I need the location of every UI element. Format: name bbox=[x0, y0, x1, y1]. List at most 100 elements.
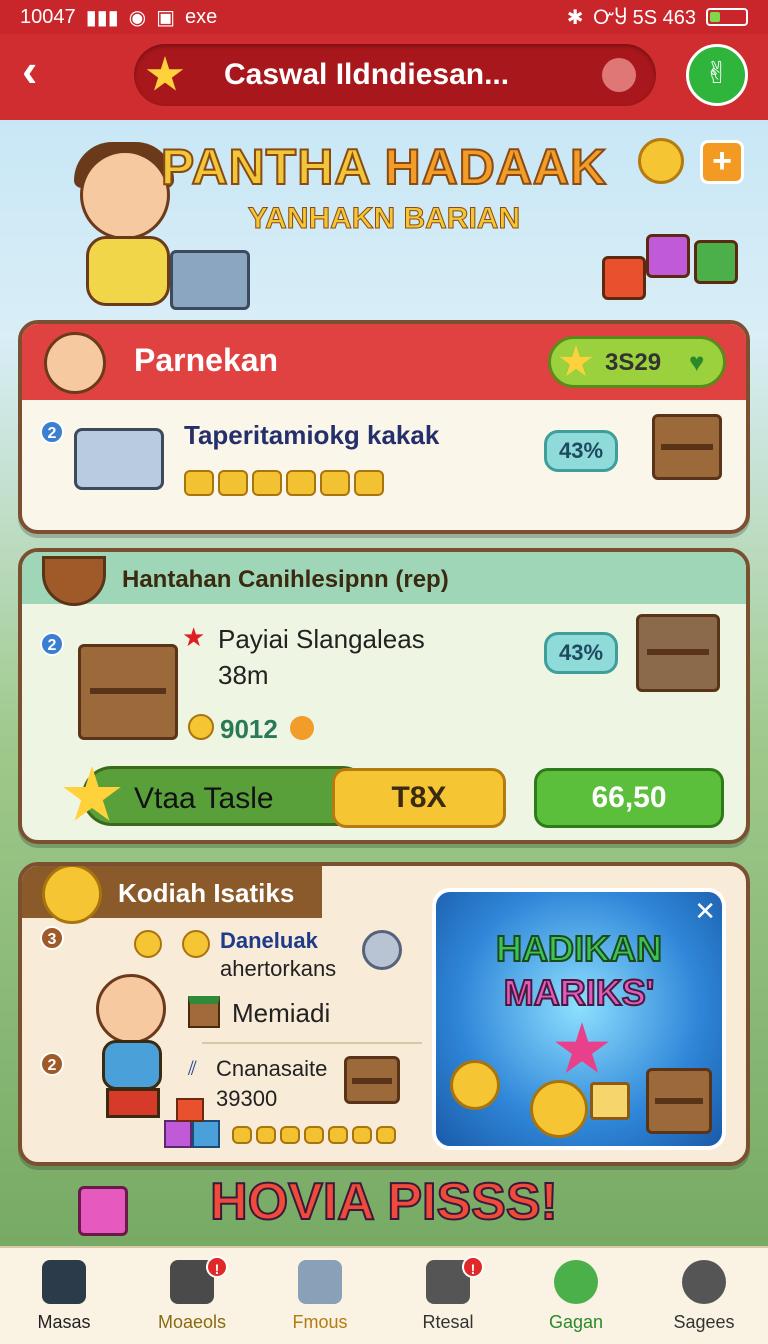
nav-item-gagan[interactable]: Gagan bbox=[512, 1248, 640, 1344]
box-icon bbox=[188, 996, 220, 1028]
panel1-title: Parnekan bbox=[134, 342, 279, 378]
coin-stacks bbox=[184, 470, 384, 496]
panel-kodiah: Kodiah Isatiks 3 2 Daneluak ahertorkans … bbox=[18, 862, 750, 1166]
add-coins-button[interactable]: + bbox=[700, 140, 744, 184]
coin-icon bbox=[188, 714, 214, 740]
hero-title-part2: HADAAK bbox=[384, 138, 608, 196]
promo-card[interactable]: ✕ HADIKAN MARIKS' bbox=[432, 888, 726, 1150]
divider bbox=[202, 1042, 422, 1044]
gift-box-icon bbox=[694, 240, 738, 284]
buy-button[interactable]: 66,50 bbox=[534, 768, 724, 828]
coin-icon bbox=[450, 1060, 500, 1110]
gift-box-icon bbox=[646, 234, 690, 278]
promo-line1: HADIKAN bbox=[495, 927, 663, 970]
coin-icon bbox=[42, 866, 102, 924]
record-icon: ◉ bbox=[128, 6, 147, 29]
nav-label: Sagees bbox=[673, 1312, 735, 1332]
item-count-badge: 2 bbox=[40, 420, 64, 444]
gear-icon bbox=[682, 1260, 726, 1304]
machine-icon bbox=[74, 428, 164, 490]
close-icon[interactable]: ✕ bbox=[694, 896, 716, 927]
crate-icon[interactable] bbox=[344, 1056, 400, 1104]
coin-icon bbox=[182, 930, 210, 958]
status-right-text: ᏅႸ 5S 463 bbox=[593, 6, 696, 29]
panel1-item-title: Taperitamiokg kakak bbox=[184, 420, 440, 450]
nav-item-moaeols[interactable]: ! Moaeols bbox=[128, 1248, 256, 1344]
home-icon bbox=[42, 1260, 86, 1304]
nav-item-masas[interactable]: Masas bbox=[0, 1248, 128, 1344]
app-title: Caswal Ildndiesan... bbox=[224, 58, 510, 91]
hero-subtitle: YANHAKN BARIAN bbox=[247, 202, 521, 236]
nav-label: Gagan bbox=[548, 1312, 604, 1332]
row1-title: Daneluak bbox=[220, 928, 318, 953]
bottom-nav: Masas! Moaeols Fmous! Rtesal Gagan Sagees bbox=[0, 1246, 768, 1344]
hero-title-part1: PANTHA bbox=[160, 138, 370, 196]
percent-badge: 43% bbox=[544, 430, 618, 472]
status-time: 10047 bbox=[20, 5, 76, 28]
row2-title: Memiadi bbox=[232, 998, 331, 1028]
panel-parnekan: Parnekan 3S29 ♥ 2 Taperitamiokg kakak 43… bbox=[18, 320, 750, 534]
app-indicator-icon: ▣ bbox=[156, 6, 176, 29]
nav-item-rtesal[interactable]: ! Rtesal bbox=[384, 1248, 512, 1344]
coin-amount: 9012 bbox=[220, 714, 278, 744]
star-icon bbox=[555, 1022, 609, 1073]
coin-icon[interactable] bbox=[638, 138, 684, 184]
crate-icon bbox=[646, 1068, 712, 1134]
girl-avatar bbox=[44, 332, 106, 394]
chart-icon: ⫽ bbox=[188, 1058, 197, 1080]
bluetooth-icon: ✱ bbox=[566, 6, 584, 29]
panel2-item-subtitle: 38m bbox=[218, 660, 269, 690]
promo-line2: MARIKS' bbox=[503, 971, 656, 1014]
notification-badge: ! bbox=[462, 1256, 484, 1278]
toy-blocks-icon bbox=[164, 1098, 224, 1150]
door-icon bbox=[298, 1260, 342, 1304]
coin-icon bbox=[530, 1080, 588, 1138]
nav-item-fmous[interactable]: Fmous bbox=[256, 1248, 384, 1344]
crate-icon bbox=[78, 644, 178, 740]
card-icon bbox=[590, 1082, 630, 1120]
row3-value: 39300 bbox=[216, 1086, 278, 1111]
nav-item-sagees[interactable]: Sagees bbox=[640, 1248, 768, 1344]
nav-label: Moaeols bbox=[157, 1312, 227, 1332]
footer-banner: HOVIA PISSS! bbox=[209, 1172, 559, 1232]
panel-hantahan: Hantahan Canihlesipnn (rep) 2 ★ Payiai S… bbox=[18, 548, 750, 844]
status-bar: 10047 ▮▮▮ ◉ ▣ exe ✱ ᏅႸ 5S 463 bbox=[0, 0, 768, 34]
gift-box-icon bbox=[602, 256, 646, 300]
nav-label: Fmous bbox=[292, 1312, 348, 1332]
signal-icon: ▮▮▮ bbox=[85, 6, 119, 29]
panel2-item-title: Payiai Slangaleas bbox=[218, 624, 425, 654]
crate-icon[interactable] bbox=[636, 614, 720, 692]
star-icon bbox=[146, 56, 184, 91]
red-star-icon: ★ bbox=[182, 622, 206, 652]
action-label: Vtaa Tasle bbox=[134, 782, 274, 815]
status-app-label: exe bbox=[185, 5, 218, 28]
sun-icon bbox=[290, 716, 314, 740]
panel3-title: Kodiah Isatiks bbox=[118, 878, 295, 908]
coin-icon bbox=[134, 930, 162, 958]
row3-title: Cnanasaite bbox=[216, 1056, 328, 1081]
percent-badge: 43% bbox=[544, 632, 618, 674]
mascot-icon[interactable] bbox=[602, 58, 636, 92]
star-icon bbox=[559, 345, 593, 376]
notification-badge: ! bbox=[206, 1256, 228, 1278]
laptop-icon bbox=[170, 250, 250, 310]
hand-button[interactable]: ✌ bbox=[686, 44, 748, 106]
battery-icon bbox=[706, 8, 748, 26]
nav-label: Rtesal bbox=[422, 1312, 474, 1332]
nav-label: Masas bbox=[37, 1312, 91, 1332]
title-pill[interactable]: Caswal Ildndiesan... bbox=[134, 44, 656, 106]
action-value-button[interactable]: T8X bbox=[332, 768, 506, 828]
panel2-title: Hantahan Canihlesipnn (rep) bbox=[122, 566, 449, 593]
back-button[interactable]: ‹ bbox=[22, 47, 66, 94]
crate-icon[interactable] bbox=[652, 414, 722, 480]
balance-value: 3S29 bbox=[605, 349, 662, 376]
coin-stacks bbox=[232, 1126, 396, 1144]
item-count-badge: 3 bbox=[40, 926, 64, 950]
row1-subtitle: ahertorkans bbox=[220, 956, 337, 981]
silver-coin-icon[interactable] bbox=[362, 930, 402, 970]
item-count-badge: 2 bbox=[40, 632, 64, 656]
balance-pill[interactable]: 3S29 ♥ bbox=[548, 336, 726, 388]
heart-icon: ♥ bbox=[689, 347, 705, 377]
item-count-badge: 2 bbox=[40, 1052, 64, 1076]
face-icon bbox=[554, 1260, 598, 1304]
